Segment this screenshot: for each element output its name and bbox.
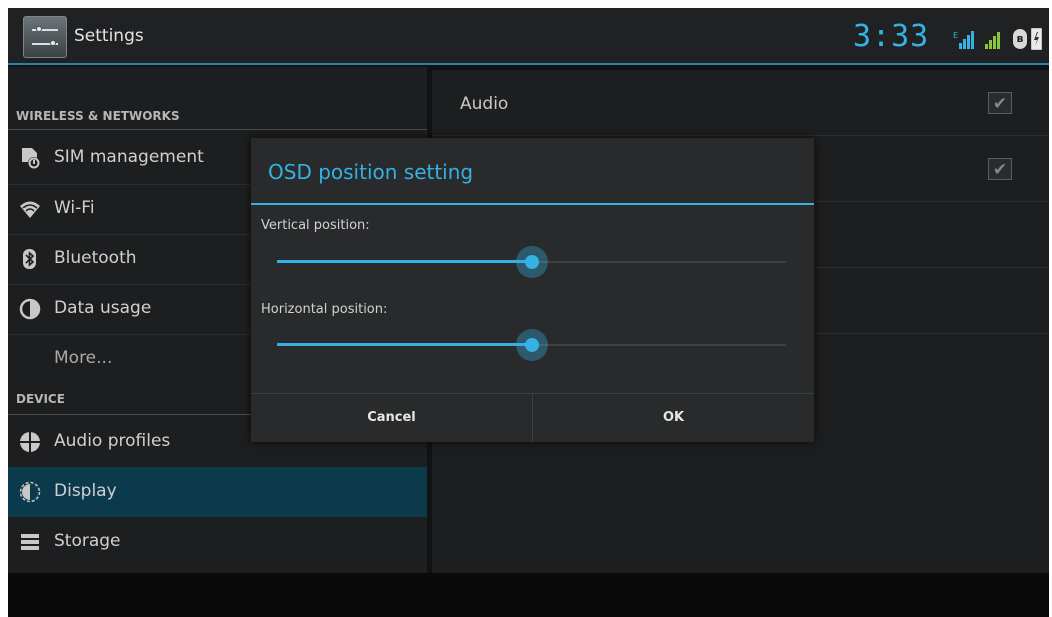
ok-button[interactable]: OK <box>533 394 814 442</box>
bluetooth-status-icon: ʙ <box>1013 29 1027 49</box>
vertical-slider-thumb[interactable] <box>516 246 548 278</box>
checkbox-audio[interactable]: ✔ <box>988 92 1012 114</box>
signal-e-icon: E <box>953 30 975 50</box>
sidebar-item-display[interactable]: Display <box>8 467 427 517</box>
bluetooth-icon <box>18 247 42 271</box>
storage-icon <box>18 530 42 554</box>
battery-charging-icon <box>1031 28 1042 50</box>
sidebar-item-label: Bluetooth <box>54 248 137 268</box>
setting-row-audio[interactable]: Audio ✔ <box>432 70 1049 136</box>
action-bar: Settings 3:33 E ʙ <box>8 8 1049 65</box>
sim-icon <box>18 146 42 170</box>
section-header-wireless: WIRELESS & NETWORKS <box>16 109 180 123</box>
checkbox[interactable]: ✔ <box>988 158 1012 180</box>
vertical-slider-fill <box>277 260 532 263</box>
app-title: Settings <box>74 26 144 46</box>
sidebar-item-storage[interactable]: Storage <box>8 517 427 567</box>
sidebar-item-label: SIM management <box>54 147 204 167</box>
horizontal-position-slider[interactable] <box>277 329 786 361</box>
osd-position-dialog: OSD position setting Vertical position: … <box>251 138 814 442</box>
tablet-screen: Settings 3:33 E ʙ WIRELESS & NETWORKS SI… <box>8 8 1049 617</box>
section-header-device: DEVICE <box>16 392 65 406</box>
vertical-position-slider[interactable] <box>277 246 786 278</box>
sidebar-item-label: Audio profiles <box>54 431 171 451</box>
svg-text:E: E <box>953 31 958 40</box>
horizontal-slider-fill <box>277 343 532 346</box>
sidebar-item-label: More... <box>54 348 113 368</box>
cancel-button[interactable]: Cancel <box>251 394 532 442</box>
vertical-position-label: Vertical position: <box>261 218 370 233</box>
dialog-title-divider <box>251 203 814 205</box>
horizontal-position-label: Horizontal position: <box>261 302 388 317</box>
settings-app-icon[interactable] <box>23 16 67 58</box>
signal-icon <box>983 30 1005 50</box>
status-clock: 3:33 <box>853 19 930 54</box>
display-icon <box>18 480 42 504</box>
data-usage-icon <box>18 297 42 321</box>
sidebar-item-label: Display <box>54 481 117 501</box>
sidebar-item-label: Storage <box>54 531 121 551</box>
sidebar-item-label: Data usage <box>54 298 152 318</box>
dialog-button-bar: Cancel OK <box>251 393 814 442</box>
system-bar <box>8 573 1049 617</box>
setting-row-label: Audio <box>460 94 509 114</box>
horizontal-slider-thumb[interactable] <box>516 329 548 361</box>
dialog-title: OSD position setting <box>268 160 474 184</box>
wifi-icon <box>18 197 42 221</box>
sidebar-item-label: Wi-Fi <box>54 198 95 218</box>
audio-profiles-icon <box>18 430 42 454</box>
